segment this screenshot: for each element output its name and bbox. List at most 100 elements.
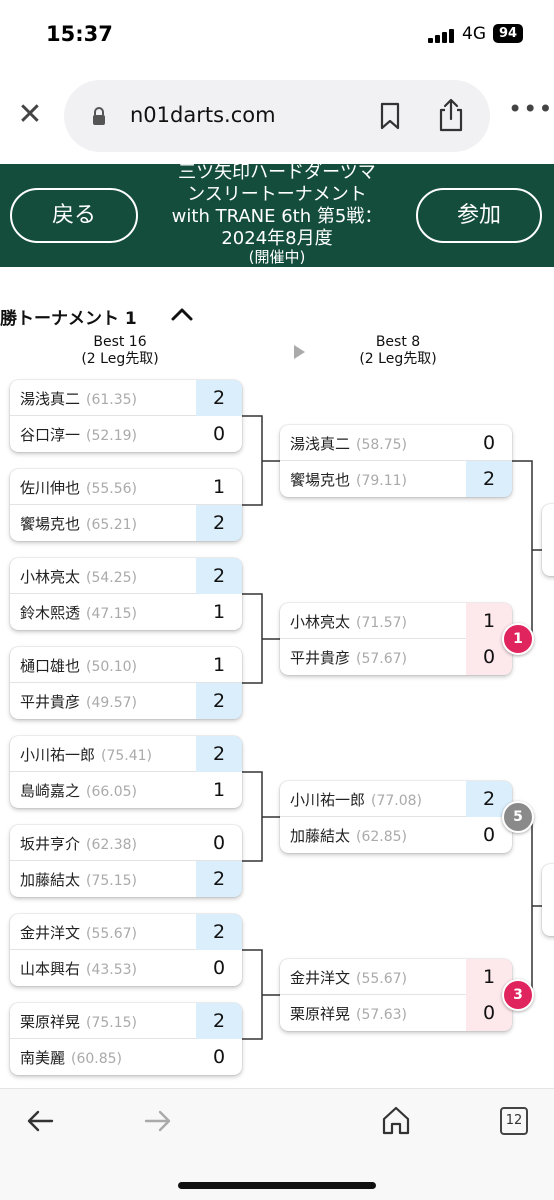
next-round-card[interactable] (542, 864, 554, 936)
player-row[interactable]: 樋口雄也 (50.10) 1 (10, 647, 242, 683)
player-row[interactable]: 佐川伸也 (55.56) 1 (10, 469, 242, 505)
player-name-cell: 栗原祥晃 (57.63) (290, 1003, 407, 1024)
board-number-badge: 5 (502, 801, 534, 833)
player-score: 1 (212, 779, 226, 801)
url-text: n01darts.com (130, 103, 276, 127)
player-name: 栗原祥晃 (20, 1013, 81, 1031)
player-row[interactable]: 平井貴彦 (57.67) 0 (280, 639, 512, 675)
player-row[interactable]: 饗場克也 (79.11) 2 (280, 461, 512, 497)
player-name: 加藤結太 (20, 871, 81, 889)
board-number-badge: 1 (502, 623, 534, 655)
player-name: 小林亮太 (290, 613, 351, 631)
player-score: 0 (212, 423, 226, 445)
player-row[interactable]: 小林亮太 (54.25) 2 (10, 558, 242, 594)
match-card[interactable]: 栗原祥晃 (75.15) 2 南美麗 (60.85) 0 (10, 1003, 242, 1075)
player-name-cell: 加藤結太 (62.85) (290, 825, 407, 846)
tabs-count-button[interactable]: 12 (500, 1107, 528, 1135)
player-row[interactable]: 湯浅真二 (61.35) 2 (10, 380, 242, 416)
match-card[interactable]: 佐川伸也 (55.56) 1 饗場克也 (65.21) 2 (10, 469, 242, 541)
match-card[interactable]: 小川祐一郎 (75.41) 2 島崎嘉之 (66.05) 1 (10, 736, 242, 808)
player-row[interactable]: 小林亮太 (71.57) 1 (280, 603, 512, 639)
match-card[interactable]: 湯浅真二 (61.35) 2 谷口淳一 (52.19) 0 (10, 380, 242, 452)
match-card[interactable]: 坂井亨介 (62.38) 0 加藤結太 (75.15) 2 (10, 825, 242, 897)
player-name: 小林亮太 (20, 568, 81, 586)
player-row[interactable]: 谷口淳一 (52.19) 0 (10, 416, 242, 452)
player-name-cell: 金井洋文 (55.67) (20, 922, 137, 943)
player-name-cell: 鈴木熙透 (47.15) (20, 602, 137, 623)
status-bar: 15:37 4G 94 (0, 0, 554, 64)
player-name-cell: 山本興右 (43.53) (20, 958, 137, 979)
player-average: (47.15) (86, 606, 138, 622)
player-score: 0 (482, 432, 496, 454)
player-row[interactable]: 小川祐一郎 (75.41) 2 (10, 736, 242, 772)
player-name-cell: 饗場克也 (65.21) (20, 513, 137, 534)
signal-icon (428, 27, 456, 43)
player-average: (55.56) (86, 481, 138, 497)
browser-address-row: ✕ n01darts.com ••• (0, 64, 554, 164)
player-row[interactable]: 加藤結太 (75.15) 2 (10, 861, 242, 897)
player-name: 小川祐一郎 (290, 791, 366, 809)
match-card[interactable]: 小林亮太 (54.25) 2 鈴木熙透 (47.15) 1 (10, 558, 242, 630)
match-card[interactable]: 小林亮太 (71.57) 1 平井貴彦 (57.67) 0 (280, 603, 512, 675)
match-card[interactable]: 金井洋文 (55.67) 1 栗原祥晃 (57.63) 0 (280, 959, 512, 1031)
player-row[interactable]: 饗場克也 (65.21) 2 (10, 505, 242, 541)
player-average: (66.05) (86, 784, 138, 800)
player-row[interactable]: 鈴木熙透 (47.15) 1 (10, 594, 242, 630)
player-name: 饗場克也 (290, 471, 351, 489)
player-name: 谷口淳一 (20, 426, 81, 444)
player-score: 2 (196, 861, 242, 897)
player-row[interactable]: 島崎嘉之 (66.05) 1 (10, 772, 242, 808)
player-average: (58.75) (356, 437, 408, 453)
player-score: 0 (212, 1046, 226, 1068)
network-label: 4G (462, 24, 486, 44)
player-average: (79.11) (356, 473, 408, 489)
player-row[interactable]: 小川祐一郎 (77.08) 2 (280, 781, 512, 817)
player-score: 2 (196, 558, 242, 594)
next-round-card[interactable] (542, 504, 554, 576)
match-card[interactable]: 樋口雄也 (50.10) 1 平井貴彦 (49.57) 2 (10, 647, 242, 719)
web-page: 戻る 三ツ矢印ハードダーツマ ンスリートーナメント with TRANE 6th… (0, 164, 554, 1088)
close-icon[interactable]: ✕ (14, 100, 46, 132)
player-name-cell: 加藤結太 (75.15) (20, 869, 137, 890)
player-row[interactable]: 平井貴彦 (49.57) 2 (10, 683, 242, 719)
player-name-cell: 小林亮太 (71.57) (290, 611, 407, 632)
player-row[interactable]: 金井洋文 (55.67) 1 (280, 959, 512, 995)
board-number-badge: 3 (502, 979, 534, 1011)
player-name-cell: 樋口雄也 (50.10) (20, 655, 137, 676)
player-average: (60.85) (71, 1051, 123, 1067)
player-average: (50.10) (86, 659, 138, 675)
player-name: 湯浅真二 (290, 435, 351, 453)
player-row[interactable]: 山本興右 (43.53) 0 (10, 950, 242, 986)
player-average: (62.38) (86, 837, 138, 853)
player-name: 島崎嘉之 (20, 782, 81, 800)
match-card[interactable]: 金井洋文 (55.67) 2 山本興右 (43.53) 0 (10, 914, 242, 986)
player-row[interactable]: 湯浅真二 (58.75) 0 (280, 425, 512, 461)
match-card[interactable]: 湯浅真二 (58.75) 0 饗場克也 (79.11) 2 (280, 425, 512, 497)
url-bar[interactable]: n01darts.com (64, 80, 490, 152)
player-name-cell: 湯浅真二 (61.35) (20, 388, 137, 409)
player-average: (52.19) (86, 428, 138, 444)
back-arrow-icon[interactable] (26, 1109, 54, 1133)
player-name: 南美麗 (20, 1049, 66, 1067)
bookmark-icon[interactable] (378, 102, 402, 130)
player-average: (61.35) (86, 392, 138, 408)
player-row[interactable]: 栗原祥晃 (57.63) 0 (280, 995, 512, 1031)
home-indicator (178, 1182, 376, 1189)
match-card[interactable]: 小川祐一郎 (77.08) 2 加藤結太 (62.85) 0 (280, 781, 512, 853)
home-icon[interactable] (381, 1105, 411, 1135)
player-row[interactable]: 栗原祥晃 (75.15) 2 (10, 1003, 242, 1039)
share-icon[interactable] (437, 98, 465, 132)
player-average: (49.57) (86, 695, 138, 711)
player-score: 2 (196, 1003, 242, 1039)
player-name: 佐川伸也 (20, 479, 81, 497)
player-row[interactable]: 加藤結太 (62.85) 0 (280, 817, 512, 853)
lock-icon (93, 107, 105, 125)
player-name: 湯浅真二 (20, 390, 81, 408)
player-name: 加藤結太 (290, 827, 351, 845)
more-icon[interactable]: ••• (508, 97, 552, 128)
player-average: (55.67) (356, 971, 408, 987)
player-row[interactable]: 坂井亨介 (62.38) 0 (10, 825, 242, 861)
player-row[interactable]: 金井洋文 (55.67) 2 (10, 914, 242, 950)
player-row[interactable]: 南美麗 (60.85) 0 (10, 1039, 242, 1075)
forward-arrow-icon[interactable] (144, 1109, 172, 1133)
